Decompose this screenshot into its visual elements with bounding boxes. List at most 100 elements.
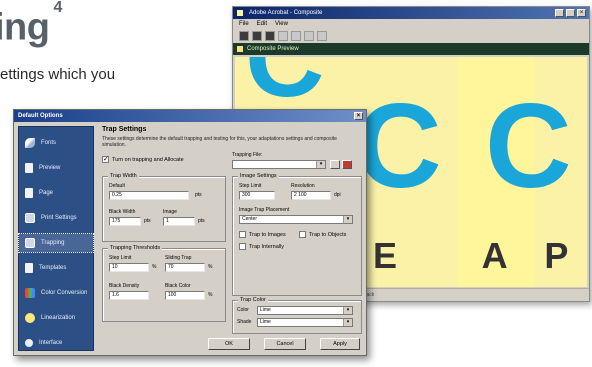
- preview-menubar: File Edit View: [233, 19, 589, 29]
- sidebar-item-preview[interactable]: Preview: [19, 159, 93, 177]
- toolbar-hand-button[interactable]: [291, 31, 301, 41]
- apply-button[interactable]: Apply: [320, 338, 360, 350]
- toolbar-undo-button[interactable]: [317, 31, 327, 41]
- trap-internally-checkbox[interactable]: [239, 243, 246, 250]
- trap-objects-row: Trap to Objects: [299, 231, 346, 238]
- trap-shade-select[interactable]: Lime ▾: [257, 318, 353, 327]
- sidebar-item-page[interactable]: Page: [19, 184, 93, 202]
- ok-button[interactable]: OK: [208, 338, 250, 350]
- toolbar-print-button[interactable]: [265, 31, 275, 41]
- sidebar-item-linearization[interactable]: Linearization: [19, 309, 93, 327]
- image-step-limit-field[interactable]: 300: [239, 191, 275, 200]
- resolution-unit: dpi: [334, 192, 341, 198]
- trap-images-row: Trap to Images: [239, 231, 286, 238]
- trap-objects-checkbox[interactable]: [299, 231, 306, 238]
- dialog-title: Default Options: [18, 113, 63, 119]
- black-color-label: Black Color: [165, 283, 191, 289]
- feather-icon: [25, 138, 35, 148]
- dialog-close-button[interactable]: ×: [354, 112, 363, 120]
- sidebar-item-fonts[interactable]: Fonts: [19, 134, 93, 152]
- enable-trapping-checkbox[interactable]: ✓: [102, 156, 109, 163]
- enable-trapping-row: ✓ Turn on trapping and Allocate: [102, 156, 184, 163]
- black-width-field[interactable]: 175: [109, 217, 141, 226]
- save-trap-file-button[interactable]: [330, 160, 340, 169]
- menu-edit[interactable]: Edit: [257, 19, 267, 29]
- section-heading: ing4: [0, 0, 62, 49]
- document-tab-label: Composite Preview: [247, 46, 299, 52]
- heading-superscript: 4: [53, 0, 62, 16]
- sidebar-item-label: Linearization: [41, 315, 76, 321]
- sliding-trap-field[interactable]: 70: [165, 263, 205, 272]
- trap-color-group: Trap Color Color Lime ▾ Shade Lime ▾: [232, 297, 362, 334]
- star-icon: [25, 313, 35, 323]
- sidebar-item-label: Trapping: [41, 240, 65, 246]
- black-width-unit: pts: [144, 218, 151, 224]
- body-text: ettings which you: [0, 66, 116, 83]
- default-width-field[interactable]: 0.25: [109, 191, 189, 200]
- sidebar-item-label: Page: [39, 190, 54, 196]
- sidebar-item-interface[interactable]: Interface: [19, 334, 93, 352]
- toolbar-add-button[interactable]: [304, 31, 314, 41]
- sidebar-item-label: Fonts: [41, 140, 57, 146]
- image-width-field[interactable]: 1: [163, 217, 195, 226]
- image-width-label: Image: [163, 209, 177, 215]
- document-tab[interactable]: Composite Preview: [233, 43, 589, 55]
- sidebar-item-templates[interactable]: Templates: [19, 259, 93, 277]
- image-width-unit: pts: [198, 218, 205, 224]
- preview-titlebar: Adobe Acrobat - Composite ×: [233, 7, 589, 19]
- preview-icon: [25, 163, 33, 173]
- enable-trapping-label: Turn on trapping and Allocate: [112, 156, 184, 163]
- canvas-letter: C: [355, 79, 442, 213]
- black-color-field[interactable]: 100: [165, 291, 205, 300]
- sidebar-item-print-settings[interactable]: Print Settings: [19, 209, 93, 227]
- canvas-text: E A P I: [373, 235, 582, 276]
- trap-color-value: Lime: [260, 307, 271, 313]
- trap-internally-row: Trap Internally: [239, 243, 284, 250]
- swatch-icon: [25, 288, 35, 298]
- maximize-button[interactable]: [566, 9, 575, 17]
- document-icon: [237, 46, 243, 52]
- trap-color-label: Color: [237, 307, 249, 313]
- step-limit-unit: %: [152, 264, 157, 270]
- sliding-trap-unit: %: [208, 264, 213, 270]
- trap-shade-value: Lime: [260, 319, 271, 325]
- trapping-thresholds-group: Trapping Thresholds Step Limit 10 % Slid…: [102, 245, 226, 322]
- minimize-button[interactable]: [555, 9, 564, 17]
- sidebar-item-color-conversion[interactable]: Color Conversion: [19, 284, 93, 302]
- page-icon: [25, 188, 33, 198]
- black-width-label: Black Width: [109, 209, 136, 215]
- cancel-button[interactable]: Cancel: [264, 338, 306, 350]
- black-density-field[interactable]: 1.6: [109, 291, 149, 300]
- template-icon: [25, 263, 33, 273]
- sidebar-item-label: Interface: [39, 340, 63, 346]
- options-sidebar: Fonts Preview Page Print Settings Trappi…: [18, 126, 94, 351]
- toolbar-open-button[interactable]: [239, 31, 249, 41]
- menu-view[interactable]: View: [275, 19, 288, 29]
- chevron-down-icon: ▾: [316, 161, 325, 168]
- toolbar-zoom-button[interactable]: [278, 31, 288, 41]
- chevron-down-icon: ▾: [343, 216, 352, 223]
- toolbar-save-button[interactable]: [252, 31, 262, 41]
- trap-file-label: Trapping File:: [232, 152, 263, 158]
- trap-images-checkbox[interactable]: [239, 231, 246, 238]
- preview-toolbar: [233, 29, 589, 43]
- menu-file[interactable]: File: [239, 19, 249, 29]
- monitor-icon: [25, 238, 35, 248]
- default-width-unit: pts: [195, 192, 202, 198]
- resolution-field[interactable]: 2 100: [291, 191, 331, 200]
- resolution-label: Resolution: [291, 183, 315, 189]
- trap-color-select[interactable]: Lime ▾: [257, 306, 353, 315]
- sidebar-item-trapping[interactable]: Trapping: [18, 233, 94, 253]
- trap-file-select[interactable]: ▾: [232, 160, 326, 169]
- trap-objects-label: Trap to Objects: [309, 231, 347, 238]
- delete-trap-file-button[interactable]: [342, 160, 352, 169]
- trap-color-group-label: Trap Color: [238, 297, 268, 303]
- close-button[interactable]: ×: [577, 9, 586, 17]
- step-limit-field[interactable]: 10: [109, 263, 149, 272]
- canvas-letter: C: [485, 79, 572, 213]
- black-density-label: Black Density: [109, 283, 140, 289]
- trap-placement-select[interactable]: Center ▾: [239, 215, 353, 224]
- sidebar-item-label: Preview: [39, 165, 61, 171]
- image-settings-group-label: Image Settings: [238, 173, 279, 179]
- trap-width-group-label: Trap Width: [108, 173, 139, 179]
